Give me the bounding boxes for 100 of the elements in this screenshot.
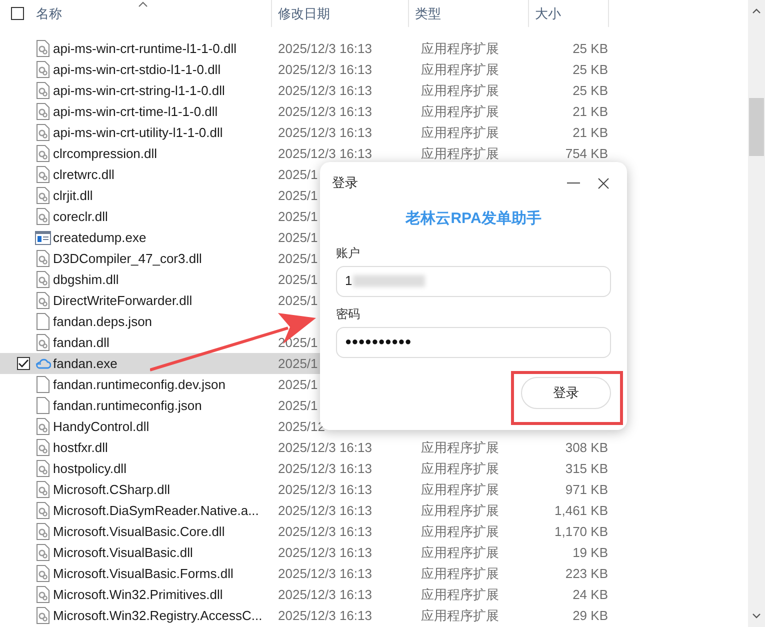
size-cell: 25 KB [572, 62, 608, 77]
date-cell: 2025/12/3 16:13 [278, 608, 372, 623]
type-cell: 应用程序扩展 [421, 440, 499, 455]
dll-file-icon [36, 145, 50, 162]
file-name[interactable]: clrcompression.dll [53, 144, 158, 164]
window-icon [35, 230, 51, 244]
select-all-checkbox[interactable] [11, 7, 24, 20]
dll-file-icon [36, 292, 50, 309]
date-cell: 2025/12/3 16:13 [278, 482, 372, 497]
date-cell: 2025/12/3 16:13 [278, 460, 372, 476]
dll-file-icon [36, 250, 50, 267]
file-name[interactable]: api-ms-win-crt-runtime-l1-1-0.dll [53, 38, 236, 58]
login-button[interactable]: 登录 [521, 376, 611, 408]
file-icon [36, 313, 50, 330]
file-name[interactable]: api-ms-win-crt-stdio-l1-1-0.dll [53, 60, 221, 80]
row-checkbox[interactable] [17, 357, 30, 370]
date-cell: 2025/1 [278, 272, 318, 287]
dll-file-icon [36, 103, 50, 120]
file-name[interactable]: coreclr.dll [53, 206, 108, 226]
app-title: 老林云RPA发单助手 [406, 209, 542, 229]
dll-file-icon [36, 61, 50, 78]
file-name[interactable]: Microsoft.Win32.Registry.AccessC... [53, 606, 262, 626]
file-name[interactable]: Microsoft.VisualBasic.dll [53, 542, 193, 562]
type-cell: 应用程序扩展 [421, 586, 499, 602]
date-cell: 2025/1 [278, 334, 318, 350]
dll-file-icon [36, 481, 50, 498]
column-header[interactable]: 修改日期 [272, 4, 330, 24]
size-cell: 24 KB [572, 586, 608, 602]
date-cell: 2025/1 [278, 376, 318, 392]
file-name[interactable]: fandan.exe [53, 354, 118, 374]
account-value: 1 [345, 272, 352, 290]
column-header[interactable]: 大小 [529, 4, 561, 24]
type-cell: 应用程序扩展 [421, 82, 499, 98]
password-label: 密码 [336, 306, 361, 322]
file-name[interactable]: Microsoft.VisualBasic.Forms.dll [53, 564, 234, 584]
date-cell: 2025/12/3 16:13 [278, 146, 372, 161]
dll-file-icon [36, 334, 50, 351]
dll-file-icon [36, 607, 50, 624]
dll-file-icon [36, 439, 50, 456]
file-name[interactable]: clretwrc.dll [53, 164, 114, 184]
minimize-icon[interactable] [567, 182, 580, 184]
cloud-icon [35, 358, 51, 369]
file-name[interactable]: DirectWriteForwarder.dll [53, 290, 192, 310]
dll-file-icon [36, 418, 50, 435]
file-icon [36, 397, 50, 414]
date-cell: 2025/1 [278, 188, 318, 203]
dll-file-icon [36, 166, 50, 183]
size-cell: 21 KB [572, 124, 608, 140]
file-name[interactable]: fandan.runtimeconfig.dev.json [53, 374, 226, 394]
scrollbar-thumb[interactable] [749, 98, 764, 156]
date-cell: 2025/12/3 16:13 [278, 104, 372, 119]
date-cell: 2025/12/3 16:13 [278, 82, 372, 98]
check-icon [18, 359, 29, 368]
date-cell: 2025/1 [278, 398, 318, 413]
account-field[interactable]: 1 [336, 266, 611, 296]
dll-file-icon [36, 460, 50, 477]
size-cell: 1,461 KB [554, 502, 608, 518]
scroll-up-icon[interactable] [752, 8, 761, 14]
size-cell: 315 KB [565, 460, 608, 476]
file-name[interactable]: Microsoft.Win32.Primitives.dll [53, 584, 223, 604]
date-cell: 2025/1 [278, 208, 318, 224]
file-name[interactable]: hostpolicy.dll [53, 458, 126, 478]
file-name[interactable]: Microsoft.CSharp.dll [53, 480, 170, 500]
file-name[interactable]: Microsoft.DiaSymReader.Native.a... [53, 500, 259, 520]
size-cell: 223 KB [565, 566, 608, 581]
column-header[interactable]: 名称 [36, 4, 62, 24]
file-name[interactable]: api-ms-win-crt-utility-l1-1-0.dll [53, 122, 223, 142]
scrollbar[interactable] [748, 0, 765, 627]
close-icon[interactable] [598, 178, 609, 188]
file-name[interactable]: HandyControl.dll [53, 416, 150, 436]
type-cell: 应用程序扩展 [421, 524, 499, 539]
file-name[interactable]: api-ms-win-crt-string-l1-1-0.dll [53, 80, 225, 100]
dll-file-icon [36, 586, 50, 603]
file-name[interactable]: fandan.dll [53, 332, 110, 352]
file-icon [36, 376, 50, 393]
date-cell: 2025/12/3 16:13 [278, 566, 372, 581]
scroll-down-icon[interactable] [752, 613, 761, 619]
type-cell: 应用程序扩展 [421, 40, 499, 56]
date-cell: 2025/12/3 16:13 [278, 124, 372, 140]
file-name[interactable]: createdump.exe [53, 228, 146, 248]
file-name[interactable]: clrjit.dll [53, 186, 93, 206]
file-name[interactable]: fandan.runtimeconfig.json [53, 396, 202, 416]
date-cell: 2025/1 [278, 356, 318, 371]
file-name[interactable]: api-ms-win-crt-time-l1-1-0.dll [53, 102, 218, 122]
file-name[interactable]: hostfxr.dll [53, 438, 108, 458]
date-cell: 2025/12/3 16:13 [278, 440, 372, 455]
dll-file-icon [36, 187, 50, 204]
size-cell: 25 KB [572, 82, 608, 98]
date-cell: 2025/1 [278, 250, 318, 266]
size-cell: 1,170 KB [554, 524, 608, 539]
type-cell: 应用程序扩展 [421, 62, 499, 77]
file-name[interactable]: Microsoft.VisualBasic.Core.dll [53, 522, 225, 542]
date-cell: 2025/12/3 16:13 [278, 40, 372, 56]
type-cell: 应用程序扩展 [421, 502, 499, 518]
file-name[interactable]: dbgshim.dll [53, 270, 119, 290]
password-field[interactable]: ●●●●●●●●●● [336, 326, 611, 358]
date-cell: 2025/12/3 16:13 [278, 62, 372, 77]
file-name[interactable]: D3DCompiler_47_cor3.dll [53, 248, 202, 268]
file-name[interactable]: fandan.deps.json [53, 312, 152, 332]
column-header[interactable]: 类型 [409, 4, 441, 24]
